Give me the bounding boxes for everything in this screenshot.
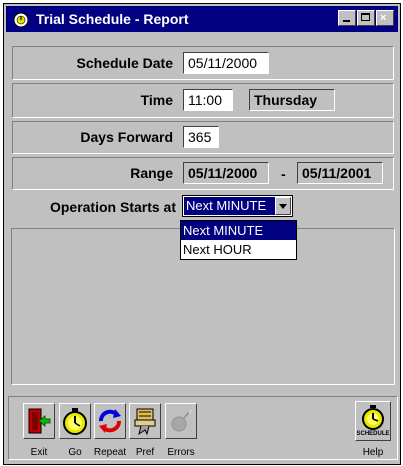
maximize-icon	[361, 13, 370, 21]
range-row: Range 05/11/2000 - 05/11/2001	[12, 157, 394, 190]
range-label: Range	[130, 165, 173, 181]
preferences-icon	[134, 408, 156, 436]
stopwatch-icon	[63, 408, 87, 435]
range-separator: -	[281, 166, 286, 182]
errors-label: Errors	[167, 447, 195, 458]
errors-button[interactable]	[165, 403, 197, 439]
time-label: Time	[140, 92, 173, 108]
errors-icon	[171, 409, 193, 432]
go-label: Go	[68, 447, 82, 458]
maximize-button[interactable]	[357, 10, 375, 26]
schedule-date-row: Schedule Date 05/11/2000	[12, 46, 394, 80]
option-next-hour[interactable]: Next HOUR	[181, 240, 296, 259]
exit-door-icon	[28, 408, 51, 434]
time-input[interactable]: 11:00	[183, 89, 233, 111]
app-icon	[13, 12, 29, 28]
schedule-stopwatch-icon	[362, 404, 384, 430]
exit-button[interactable]	[23, 403, 55, 439]
minimize-button[interactable]	[338, 10, 356, 26]
range-start-display: 05/11/2000	[183, 162, 269, 184]
go-button[interactable]	[59, 403, 91, 439]
option-next-minute[interactable]: Next MINUTE	[181, 221, 296, 240]
minimize-icon	[343, 20, 350, 22]
pref-label: Pref	[135, 447, 155, 458]
weekday-display: Thursday	[249, 89, 335, 111]
repeat-arrows-icon	[99, 409, 121, 433]
dropdown-arrow-icon[interactable]	[275, 197, 291, 215]
schedule-caption: SCHEDULE	[356, 430, 390, 437]
exit-label: Exit	[30, 447, 48, 458]
help-label: Help	[362, 447, 384, 458]
repeat-button[interactable]	[94, 403, 126, 439]
close-icon: ×	[380, 12, 387, 24]
operation-starts-dropdown-list: Next MINUTE Next HOUR	[180, 220, 297, 260]
schedule-window: Trial Schedule - Report × Schedule Date …	[3, 3, 401, 465]
schedule-date-label: Schedule Date	[76, 55, 173, 71]
pref-button[interactable]	[129, 403, 161, 439]
operation-starts-select[interactable]: Next MINUTE	[182, 195, 293, 217]
operation-starts-selected: Next MINUTE	[184, 197, 275, 215]
repeat-label: Repeat	[93, 447, 127, 458]
time-row: Time 11:00 Thursday	[12, 83, 394, 118]
days-forward-row: Days Forward 365	[12, 121, 394, 154]
schedule-date-input[interactable]: 05/11/2000	[183, 52, 269, 74]
bottom-toolbar: Exit Go Repeat Pref Errors SCHEDULE Help	[8, 396, 398, 460]
operation-starts-label: Operation Starts at	[49, 199, 176, 215]
days-forward-label: Days Forward	[80, 129, 173, 145]
days-forward-input[interactable]: 365	[183, 126, 219, 148]
help-button[interactable]: SCHEDULE	[355, 401, 391, 441]
title-bar[interactable]: Trial Schedule - Report ×	[6, 6, 398, 32]
close-button[interactable]: ×	[376, 10, 394, 26]
range-end-display: 05/11/2001	[297, 162, 383, 184]
window-title: Trial Schedule - Report	[36, 11, 189, 27]
